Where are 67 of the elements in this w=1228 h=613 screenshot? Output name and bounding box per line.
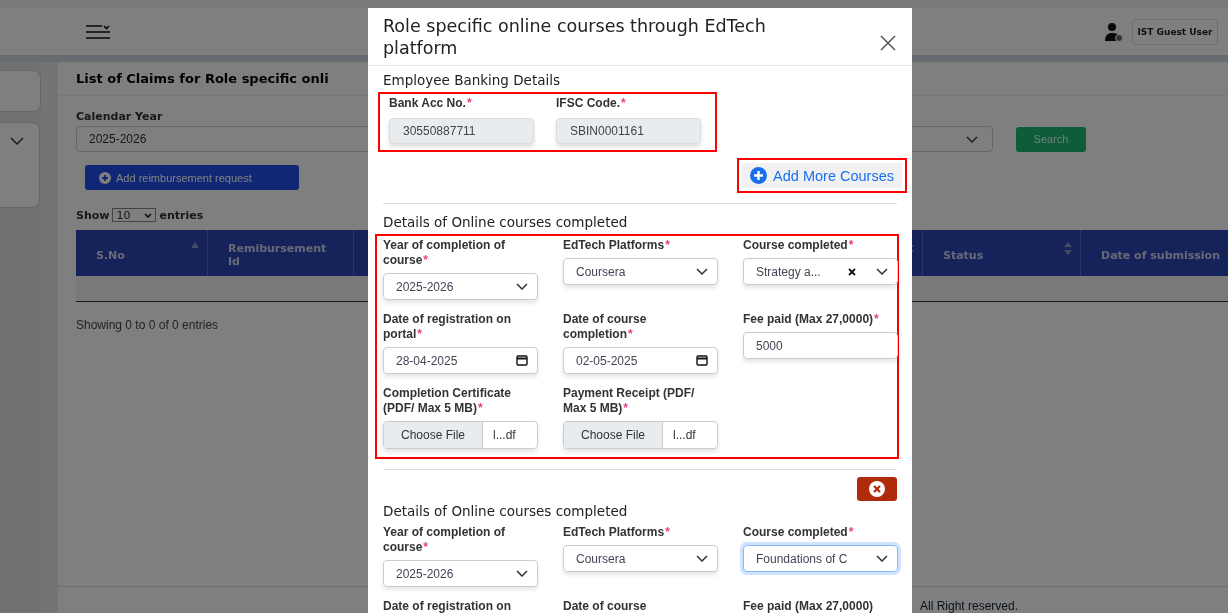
plus-circle-icon [99, 171, 111, 184]
entries-select[interactable]: 10 [112, 208, 157, 222]
chevron-down-icon [696, 268, 708, 275]
sort-up-icon [191, 242, 199, 248]
entries-text: Show [76, 208, 110, 222]
close-circle-icon [869, 481, 885, 497]
date-field[interactable]: 28-04-2025 [383, 347, 538, 374]
chevron-down-icon [876, 555, 888, 562]
sort-icon [1064, 242, 1072, 255]
dropdown[interactable]: 2025-2026 [383, 273, 538, 300]
user-icon [1104, 21, 1124, 42]
footer-text: All Right reserved. [920, 599, 1019, 613]
clear-icon[interactable] [848, 267, 856, 276]
choose-file-button[interactable]: Choose File [564, 422, 663, 448]
calendar-icon[interactable] [696, 355, 708, 366]
chevron-down-icon [10, 137, 24, 145]
dropdown[interactable]: Coursera [563, 545, 718, 572]
field-label: Year of completion of course* [383, 238, 506, 268]
chevron-down-icon [144, 212, 153, 218]
close-icon[interactable] [880, 35, 896, 51]
entries-text: entries [159, 208, 204, 222]
field-label: EdTech Platforms* [563, 525, 671, 540]
chevron-down-icon [876, 268, 888, 275]
dropdown[interactable]: 2025-2026 [383, 560, 538, 587]
field-label: Calendar Year [76, 110, 163, 123]
field-label: Course completed* [743, 525, 855, 540]
field-label: Date of course [563, 599, 648, 613]
modal-title: Role specific online courses through EdTech platform [383, 15, 767, 59]
date-field[interactable]: 02-05-2025 [563, 347, 718, 374]
readonly-input[interactable]: SBIN0001161 [556, 118, 701, 144]
chevron-down-icon [696, 555, 708, 562]
field-label: Completion Certificate (PDF/ Max 5 MB)* [383, 386, 512, 416]
field-label: EdTech Platforms* [563, 238, 671, 253]
section-heading: Details of Online courses completed [383, 503, 629, 519]
choose-file-button[interactable]: Choose File [384, 422, 483, 448]
dropdown[interactable]: Strategy a... [743, 258, 898, 285]
field-label: Bank Acc No.* [389, 96, 473, 111]
chevron-down-icon [516, 283, 528, 290]
add-more-courses-button[interactable]: Add More Courses [742, 163, 902, 188]
section-heading: Details of Online courses completed [383, 214, 629, 230]
table-info-text: Showing 0 to 0 of 0 entries [76, 318, 219, 332]
field-label: IFSC Code.* [556, 96, 627, 111]
remove-button[interactable] [857, 477, 897, 501]
chevron-down-icon [516, 570, 528, 577]
calendar-icon[interactable] [516, 355, 528, 366]
user-button[interactable]: IST Guest User [1132, 18, 1218, 45]
file-name-text: l...df [492, 427, 517, 444]
menu-icon[interactable] [85, 23, 111, 40]
file-name-text: l...df [672, 427, 697, 444]
field-label: Course completed* [743, 238, 855, 253]
plus-circle-icon [750, 167, 768, 184]
section-heading: Employee Banking Details [383, 72, 562, 88]
field-label: Date of registration on [383, 599, 512, 613]
field-label: Fee paid (Max 27,0000) [743, 599, 875, 613]
field-label: Year of completion of course* [383, 525, 506, 555]
chevron-down-icon [966, 135, 978, 143]
field-label: Payment Receipt (PDF/ Max 5 MB)* [563, 386, 696, 416]
file-field[interactable]: Choose File l...df [563, 421, 718, 449]
field-label: Fee paid (Max 27,0000)* [743, 312, 880, 327]
text-field[interactable]: 5000 [743, 332, 898, 359]
file-field[interactable]: Choose File l...df [383, 421, 538, 449]
field-label: Date of course completion* [563, 312, 648, 342]
field-label: Date of registration on portal* [383, 312, 512, 342]
dropdown[interactable]: Coursera [563, 258, 718, 285]
add-request-button[interactable]: Add reimbursement request [85, 165, 299, 190]
dropdown[interactable]: Foundations of C [743, 545, 898, 572]
readonly-input[interactable]: 30550887711 [389, 118, 534, 144]
